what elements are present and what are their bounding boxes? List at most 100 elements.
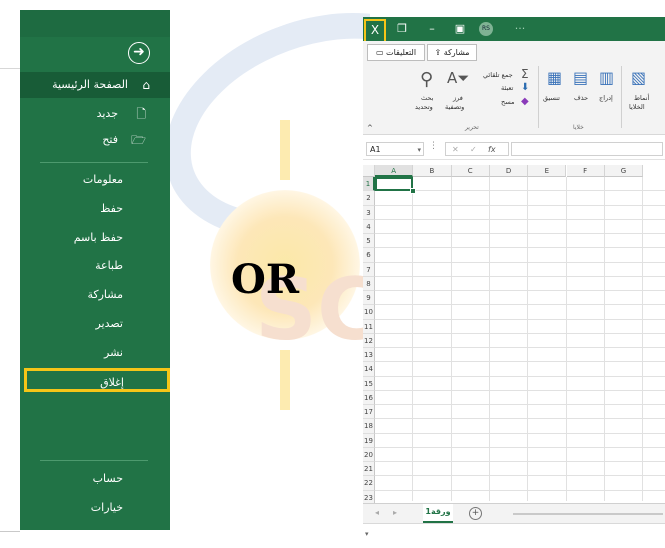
row-header[interactable]: 20: [363, 447, 375, 462]
menu-item-share[interactable]: مشاركة: [20, 283, 170, 307]
menu-item-home[interactable]: الصفحة الرئيسية ⌂: [20, 72, 170, 98]
format-cells-icon[interactable]: ▦: [547, 68, 562, 87]
menu-item-options[interactable]: خيارات: [20, 496, 170, 520]
gridline: [375, 404, 665, 405]
clear-label[interactable]: مسح: [501, 98, 514, 106]
horizontal-scrollbar[interactable]: [513, 513, 663, 515]
sheet-tab[interactable]: ورقة1: [423, 504, 453, 523]
row-header[interactable]: 17: [363, 405, 375, 420]
delete-cells-icon[interactable]: ▤: [573, 68, 588, 87]
row-header[interactable]: 10: [363, 305, 375, 320]
enter-icon[interactable]: ✓: [470, 143, 477, 157]
gridline: [375, 261, 665, 263]
autosum-label[interactable]: جمع تلقائي: [483, 71, 513, 79]
row-header[interactable]: 5: [363, 234, 375, 249]
scroll-sheets-right-icon[interactable]: ▸: [393, 508, 397, 517]
menu-item-close[interactable]: إغلاق: [24, 368, 170, 392]
more-options-icon[interactable]: ···: [511, 17, 529, 41]
column-header[interactable]: F: [566, 165, 605, 177]
close-window-button[interactable]: X: [364, 19, 386, 43]
row-header[interactable]: 4: [363, 219, 375, 234]
fill-icon[interactable]: ⬇: [521, 82, 529, 93]
cell-styles-icon[interactable]: ▧: [631, 68, 646, 87]
insert-function-icon[interactable]: fx: [488, 143, 496, 157]
row-header[interactable]: 6: [363, 248, 375, 263]
gridline: [375, 347, 665, 348]
column-header[interactable]: B: [413, 165, 452, 177]
ribbon-tabs-bar: ▭ التعليقات ⇪ مشاركة: [363, 41, 665, 62]
row-header[interactable]: 19: [363, 433, 375, 448]
chevron-down-icon[interactable]: ▾: [417, 143, 421, 157]
back-arrow-icon[interactable]: ➜: [128, 42, 150, 64]
row-header[interactable]: 9: [363, 291, 375, 306]
column-header[interactable]: D: [489, 165, 529, 177]
column-header[interactable]: E: [528, 165, 567, 177]
row-header[interactable]: 11: [363, 319, 375, 334]
user-avatar[interactable]: RS: [479, 22, 493, 36]
menu-item-print[interactable]: طباعة: [20, 254, 170, 278]
row-header[interactable]: 14: [363, 362, 375, 377]
group-separator: [621, 66, 622, 128]
collapse-ribbon-icon[interactable]: ^: [367, 124, 373, 132]
gridline: [565, 177, 567, 501]
scroll-sheets-left-icon[interactable]: ◂: [375, 508, 379, 517]
row-header[interactable]: 3: [363, 205, 375, 220]
row-header[interactable]: 8: [363, 276, 375, 291]
gridline: [412, 177, 414, 501]
ribbon-display-options-icon[interactable]: ▣: [451, 17, 469, 41]
menu-item-new[interactable]: جديد 🗋: [20, 102, 170, 126]
more-icon[interactable]: ⋮: [429, 141, 438, 151]
insert-cells-icon[interactable]: ▥: [599, 68, 614, 87]
menu-item-open-label: فتح: [102, 133, 118, 146]
row-header[interactable]: 16: [363, 390, 375, 405]
file-backstage-menu: ➜ الصفحة الرئيسية ⌂ جديد 🗋 فتح 🗁 معلومات…: [20, 10, 170, 530]
column-header[interactable]: C: [451, 165, 490, 177]
selected-cell-a1[interactable]: [375, 177, 414, 191]
fill-label[interactable]: تعبئة: [501, 84, 513, 92]
document-edge: [0, 68, 20, 532]
sort-filter-icon[interactable]: A⏷: [447, 69, 469, 87]
menu-item-save-label: حفظ: [100, 202, 123, 215]
select-all-corner[interactable]: [363, 165, 375, 177]
formula-input[interactable]: [511, 142, 663, 156]
status-menu-icon[interactable]: ▾: [365, 530, 369, 538]
name-box[interactable]: A1 ▾: [366, 142, 424, 156]
title-bar: X ❐ – ▣ RS ···: [363, 17, 665, 43]
menu-item-account[interactable]: حساب: [20, 467, 170, 491]
menu-item-save[interactable]: حفظ: [20, 197, 170, 221]
menu-item-open[interactable]: فتح 🗁: [20, 128, 170, 152]
share-button[interactable]: ⇪ مشاركة: [427, 44, 477, 61]
menu-item-info[interactable]: معلومات: [20, 168, 170, 192]
menu-item-print-label: طباعة: [95, 259, 123, 272]
find-select-icon[interactable]: ⚲: [420, 69, 433, 90]
restore-icon[interactable]: ❐: [393, 17, 411, 41]
gridline: [375, 375, 665, 377]
cancel-icon[interactable]: ✕: [452, 143, 459, 157]
row-header[interactable]: 7: [363, 262, 375, 277]
minimize-icon[interactable]: –: [423, 17, 441, 41]
gridline: [375, 247, 665, 249]
menu-item-save-as[interactable]: حفظ باسم: [20, 226, 170, 250]
fill-handle[interactable]: [410, 188, 417, 194]
row-header[interactable]: 15: [363, 376, 375, 391]
row-header[interactable]: 22: [363, 476, 375, 491]
row-header[interactable]: 12: [363, 333, 375, 348]
row-header[interactable]: 13: [363, 348, 375, 363]
column-header[interactable]: G: [604, 165, 644, 177]
row-header[interactable]: 1: [363, 177, 375, 192]
clear-icon[interactable]: ◆: [521, 96, 529, 107]
comments-label: التعليقات: [386, 48, 417, 57]
gridline: [375, 204, 665, 206]
row-header[interactable]: 18: [363, 419, 375, 434]
comments-button[interactable]: ▭ التعليقات: [367, 44, 425, 61]
menu-item-export[interactable]: تصدير: [20, 312, 170, 336]
row-header[interactable]: 21: [363, 462, 375, 477]
row-header[interactable]: 2: [363, 191, 375, 206]
format-label: تنسيق: [543, 94, 560, 102]
add-sheet-icon[interactable]: +: [469, 507, 482, 520]
gridline: [375, 489, 665, 491]
menu-item-publish[interactable]: نشر: [20, 341, 170, 365]
column-header[interactable]: A: [375, 165, 414, 177]
spreadsheet-grid[interactable]: A B C D E F G 1 2 3 4 5 6 7 8 9 10 11 12 13 14 15 16 17 18 19 20 21…: [363, 165, 665, 505]
autosum-icon[interactable]: Σ: [521, 67, 529, 81]
